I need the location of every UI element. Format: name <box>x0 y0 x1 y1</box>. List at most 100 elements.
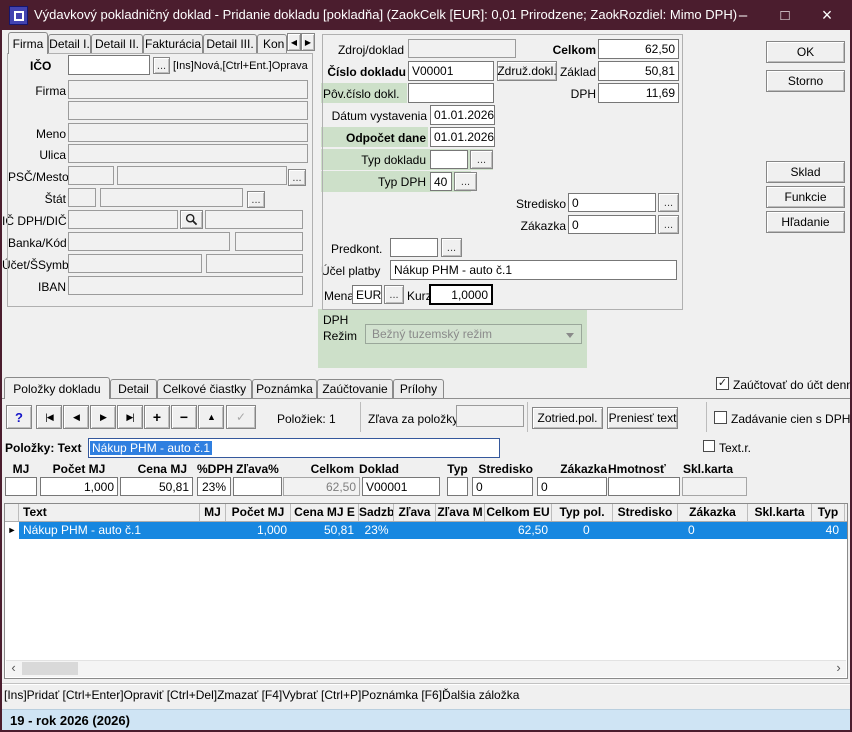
cell-celkom: 62,50 <box>485 522 548 539</box>
tab-celkove-ciastky[interactable]: Celkové čiastky <box>157 379 252 398</box>
zlava-field[interactable] <box>456 405 524 427</box>
zotried-button[interactable]: Zotried.pol. <box>532 407 603 429</box>
entry-header-zlava: Zľava% <box>233 462 282 476</box>
grid-header-sklkarta[interactable]: Skl.karta <box>748 504 812 521</box>
chevron-down-icon <box>566 333 574 338</box>
entry-zlava-field[interactable] <box>233 477 282 496</box>
grid-header-celkom[interactable]: Celkom EU <box>485 504 552 521</box>
tab-fakturacia[interactable]: Fakturácia <box>143 34 203 53</box>
tab-scroll-left-button[interactable]: ◀ <box>287 33 301 51</box>
grid-header-cena[interactable]: Cena MJ E <box>291 504 359 521</box>
storno-button[interactable]: Storno <box>766 70 845 92</box>
grid-header-pocet[interactable]: Počet MJ <box>226 504 291 521</box>
grid-header-sadzba[interactable]: Sadzb <box>359 504 394 521</box>
cell-sadzba: 23% <box>359 522 394 539</box>
minimize-icon: – <box>739 7 747 24</box>
first-icon: |◀ <box>45 412 52 423</box>
firm-panel <box>7 53 313 307</box>
grid-header-row: Text MJ Počet MJ Cena MJ E Sadzb Zľava Z… <box>5 504 847 522</box>
tab-scroll-right-button[interactable]: ▶ <box>301 33 315 51</box>
hladanie-button[interactable]: Hľadanie <box>766 211 845 233</box>
tab-kontacie[interactable]: Kon <box>257 34 287 53</box>
toolbar-divider-3 <box>706 402 707 432</box>
entry-cena-field[interactable]: 50,81 <box>120 477 193 496</box>
zlava-label: Zľava za položky <box>368 412 458 426</box>
grid-header-stredisko[interactable]: Stredisko <box>613 504 678 521</box>
entry-zakazka-field[interactable]: 0 <box>537 477 607 496</box>
tab-prev-icon: ◀ <box>291 38 297 47</box>
tab-detail[interactable]: Detail <box>110 379 157 398</box>
tab-poznamka[interactable]: Poznámka <box>252 379 317 398</box>
footer-year-label: 19 - rok 2026 (2026) <box>0 710 852 732</box>
tab-detail-1[interactable]: Detail I. <box>48 34 91 53</box>
ok-button[interactable]: OK <box>766 41 845 63</box>
zadavanie-checkbox[interactable] <box>714 411 727 424</box>
grid-selected-row[interactable]: Nákup PHM - auto č.1 1,000 50,81 23% 62,… <box>19 522 847 539</box>
entry-hmotnost-field[interactable] <box>608 477 680 496</box>
delete-row-button[interactable]: − <box>171 405 197 429</box>
zauctovat-checkbox[interactable]: ✓ <box>716 377 729 390</box>
grid-header-zlava[interactable]: Zľava <box>394 504 436 521</box>
grid-header-zakazka[interactable]: Zákazka <box>678 504 748 521</box>
funkcie-button[interactable]: Funkcie <box>766 186 845 208</box>
close-button[interactable]: × <box>806 0 848 30</box>
entry-typ-field[interactable] <box>447 477 468 496</box>
horizontal-scrollbar[interactable]: ‹ › <box>6 660 846 677</box>
maximize-button[interactable]: □ <box>764 0 806 30</box>
grid-header-text[interactable]: Text <box>19 504 200 521</box>
tab-detail-2[interactable]: Detail II. <box>91 34 143 53</box>
entry-stredisko-field[interactable]: 0 <box>472 477 533 496</box>
entry-header-pocet: Počet MJ <box>40 462 118 476</box>
zauctovat-label: Zaúčtovať do účt denník <box>733 378 850 392</box>
help-icon: ? <box>15 410 23 425</box>
scroll-left-icon[interactable]: ‹ <box>6 661 21 676</box>
app-icon <box>9 6 28 25</box>
up-icon: ▲ <box>207 412 215 422</box>
sklad-button[interactable]: Sklad <box>766 161 845 183</box>
confirm-row-button[interactable]: ✓ <box>226 405 256 429</box>
footer-bar: 19 - rok 2026 (2026) <box>0 709 852 732</box>
toolbar-divider-1 <box>360 402 361 432</box>
app-window: Výdavkový pokladničný doklad - Pridanie … <box>0 0 852 732</box>
minus-icon: − <box>180 409 188 425</box>
entry-dph-field[interactable]: 23% <box>197 477 231 496</box>
entry-mj-field[interactable] <box>5 477 37 496</box>
tab-firma[interactable]: Firma <box>8 32 48 54</box>
polozky-text-input[interactable]: Nákup PHM - auto č.1 <box>88 438 500 458</box>
tab-zauctovanie[interactable]: Zaúčtovanie <box>317 379 393 398</box>
entry-pocet-field[interactable]: 1,000 <box>40 477 118 496</box>
entry-celkom-field: 62,50 <box>283 477 360 496</box>
scrollbar-thumb[interactable] <box>22 662 78 675</box>
textr-checkbox[interactable] <box>703 440 715 452</box>
confirm-icon: ✓ <box>236 410 246 424</box>
edit-row-button[interactable]: ▲ <box>198 405 224 429</box>
grid-header-zlava-m[interactable]: Zľava M <box>436 504 485 521</box>
cell-text: Nákup PHM - auto č.1 <box>23 522 141 539</box>
minimize-button[interactable]: – <box>722 0 764 30</box>
entry-header-cena: Cena MJ <box>120 462 187 476</box>
last-record-button[interactable]: ▶| <box>117 405 143 429</box>
dph-rezim-select[interactable]: Bežný tuzemský režim <box>365 324 582 344</box>
add-row-button[interactable]: + <box>144 405 170 429</box>
scroll-right-icon[interactable]: › <box>831 661 846 676</box>
status-hint: [Ins]Pridať [Ctrl+Enter]Opraviť [Ctrl+De… <box>4 688 519 702</box>
entry-header-zakazka: Zákazka <box>537 462 607 476</box>
entry-header-dph: %DPH <box>197 462 231 476</box>
preniest-button[interactable]: Preniesť text <box>607 407 678 429</box>
help-button[interactable]: ? <box>6 405 32 429</box>
entry-header-typ: Typ <box>447 462 468 476</box>
tab-detail-3[interactable]: Detail III. <box>203 34 257 53</box>
grid-header-typ-pol[interactable]: Typ pol. <box>552 504 613 521</box>
next-record-button[interactable]: ▶ <box>90 405 116 429</box>
tab-next-icon: ▶ <box>305 38 311 47</box>
tab-polozky-dokladu[interactable]: Položky dokladu <box>4 377 110 399</box>
items-count-label: Položiek: 1 <box>277 412 336 426</box>
grid-header-typ[interactable]: Typ <box>812 504 845 521</box>
prev-record-button[interactable]: ◀ <box>63 405 89 429</box>
dph-rezim-label-1: DPH <box>323 313 348 327</box>
grid-header-mj[interactable]: MJ <box>200 504 226 521</box>
first-record-button[interactable]: |◀ <box>36 405 62 429</box>
tab-prilohy[interactable]: Prílohy <box>393 379 444 398</box>
entry-doklad-field[interactable]: V00001 <box>362 477 440 496</box>
items-tab-baseline <box>0 398 852 399</box>
